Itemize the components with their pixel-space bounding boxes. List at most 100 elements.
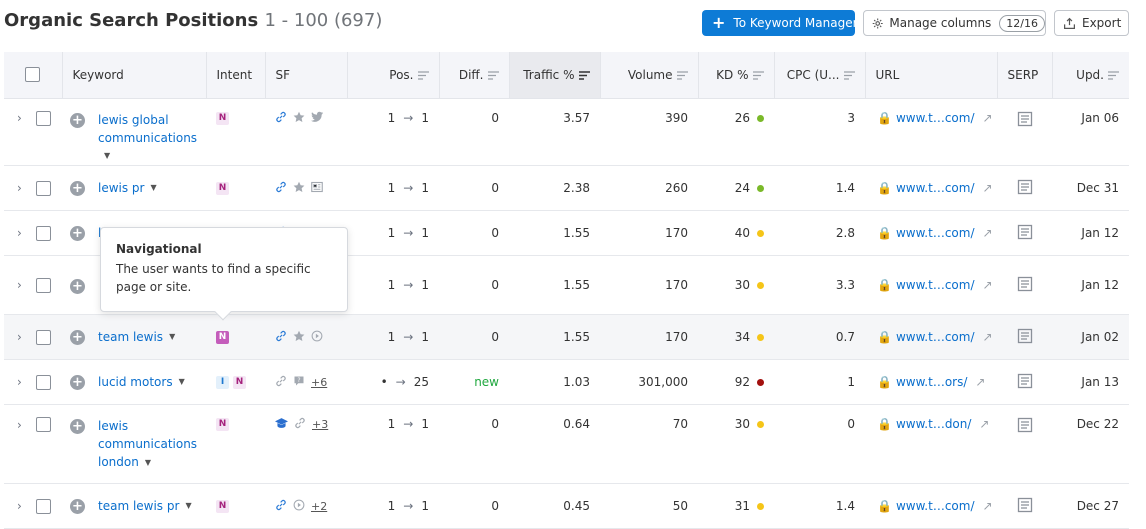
external-link-icon[interactable]: ↗ <box>979 417 989 431</box>
url-link[interactable]: www.t…com/ <box>896 111 975 125</box>
col-cpc[interactable]: CPC (U... <box>773 52 865 99</box>
col-upd[interactable]: Upd. <box>1051 52 1129 99</box>
expand-row-icon[interactable]: › <box>17 111 27 125</box>
intent-badge-i[interactable]: I <box>216 376 229 389</box>
keyword-link[interactable]: lewis global communications▼ <box>98 111 200 166</box>
expand-row-icon[interactable]: › <box>17 226 27 240</box>
external-link-icon[interactable]: ↗ <box>983 181 993 195</box>
updated-date: Dec 27 <box>1076 499 1119 513</box>
table-row[interactable]: › + lewis pr ▼ N 1 → 1 0 2.38 260 24 1.4 🔒 www.t…com/ ↗… <box>4 166 1129 211</box>
serp-icon[interactable] <box>1017 417 1033 433</box>
intent-badge-n[interactable]: N <box>233 376 246 389</box>
serp-icon[interactable] <box>1017 276 1033 292</box>
row-checkbox[interactable] <box>36 498 51 514</box>
sf-more-link[interactable]: +6 <box>311 376 327 389</box>
export-button[interactable]: Export <box>1054 10 1129 36</box>
serp-icon[interactable] <box>1017 111 1033 127</box>
external-link-icon[interactable]: ↗ <box>983 278 993 292</box>
external-link-icon[interactable]: ↗ <box>983 111 993 125</box>
table-row[interactable]: › + lucid motors ▼ I N? +6 • → 25 new 1.03 301,000 92… <box>4 360 1129 405</box>
row-checkbox[interactable] <box>36 329 51 345</box>
intent-badge-n[interactable]: N <box>216 418 229 431</box>
chevron-down-icon[interactable]: ▼ <box>104 147 110 165</box>
expand-row-icon[interactable]: › <box>17 330 27 344</box>
row-checkbox[interactable] <box>36 417 51 432</box>
table-row[interactable]: › + lewis global communications▼ N 1 → 1 0 3.57 39… <box>4 98 1129 166</box>
add-keyword-icon[interactable]: + <box>70 112 85 128</box>
row-checkbox[interactable] <box>36 225 51 241</box>
select-all-checkbox[interactable] <box>25 67 41 83</box>
to-keyword-manager-button[interactable]: + To Keyword Manager <box>702 10 858 36</box>
col-volume[interactable]: Volume <box>599 52 698 99</box>
add-keyword-icon[interactable]: + <box>70 498 85 514</box>
table-row[interactable]: › + team lewis ▼ N 1 → 1 0 1.55 170 34 0.7 🔒 www.t…com… <box>4 314 1129 360</box>
external-link-icon[interactable]: ↗ <box>983 226 993 240</box>
pos-diff: 0 <box>491 499 499 513</box>
col-diff[interactable]: Diff. <box>438 52 509 99</box>
intent-badge-n[interactable]: N <box>216 331 229 344</box>
col-kd[interactable]: KD % <box>697 52 774 99</box>
pos-previous: • <box>380 375 388 389</box>
keyword-link[interactable]: team lewis ▼ <box>98 328 175 347</box>
col-keyword[interactable]: Keyword <box>61 52 206 99</box>
url-link[interactable]: www.t…com/ <box>896 226 975 240</box>
traffic-percent: 1.55 <box>563 278 590 292</box>
add-keyword-icon[interactable]: + <box>70 419 85 434</box>
add-keyword-icon[interactable]: + <box>70 374 85 390</box>
add-keyword-icon[interactable]: + <box>70 278 85 294</box>
chevron-down-icon[interactable]: ▼ <box>145 454 151 472</box>
url-link[interactable]: www.t…com/ <box>896 330 975 344</box>
intent-badge-n[interactable]: N <box>216 111 229 125</box>
url-link[interactable]: www.t…don/ <box>896 417 971 431</box>
add-keyword-icon[interactable]: + <box>70 180 85 196</box>
expand-row-icon[interactable]: › <box>17 418 27 432</box>
keyword-link[interactable]: lewis communications london ▼ <box>98 417 197 472</box>
external-link-icon[interactable]: ↗ <box>975 375 985 389</box>
expand-row-icon[interactable]: › <box>17 278 27 292</box>
expand-row-icon[interactable]: › <box>17 499 27 513</box>
intent-badge-n[interactable]: N <box>216 182 229 195</box>
kd-dot <box>757 503 764 510</box>
keyword-link[interactable]: lucid motors ▼ <box>98 373 185 392</box>
url-link[interactable]: www.t…ors/ <box>896 375 967 389</box>
row-checkbox[interactable] <box>36 110 51 126</box>
intent-tooltip: Navigational The user wants to find a sp… <box>100 227 348 321</box>
external-link-icon[interactable]: ↗ <box>983 499 993 513</box>
col-pos[interactable]: Pos. <box>346 52 439 99</box>
row-checkbox[interactable] <box>36 277 51 293</box>
row-checkbox[interactable] <box>36 374 51 390</box>
add-keyword-icon[interactable]: + <box>70 225 85 241</box>
sf-more-link[interactable]: +3 <box>312 418 328 431</box>
intent-badge-n[interactable]: N <box>216 500 229 513</box>
external-link-icon[interactable]: ↗ <box>983 330 993 344</box>
serp-icon[interactable] <box>1017 497 1033 513</box>
manage-columns-button[interactable]: Manage columns 12/16 <box>863 10 1046 36</box>
add-keyword-icon[interactable]: + <box>70 329 85 345</box>
row-checkbox[interactable] <box>36 180 51 196</box>
traffic-percent: 1.03 <box>563 375 590 389</box>
expand-row-icon[interactable]: › <box>17 375 27 389</box>
table-row[interactable]: › + team lewis pr ▼ N +2 1 → 1 0 0.45 50 31 1.4 🔒 www.t… <box>4 484 1129 529</box>
chevron-down-icon[interactable]: ▼ <box>185 497 191 515</box>
keyword-link[interactable]: team lewis pr ▼ <box>98 497 192 516</box>
cpc: 0 <box>847 417 855 431</box>
serp-icon[interactable] <box>1017 373 1033 389</box>
chevron-down-icon[interactable]: ▼ <box>150 179 156 197</box>
serp-icon[interactable] <box>1017 179 1033 195</box>
sf-more-link[interactable]: +2 <box>311 500 327 513</box>
col-traffic[interactable]: Traffic % <box>508 52 600 99</box>
url-link[interactable]: www.t…com/ <box>896 181 975 195</box>
video-icon <box>293 499 305 514</box>
news-icon <box>311 181 323 196</box>
url-link[interactable]: www.t…com/ <box>896 499 975 513</box>
keyword-link[interactable]: lewis pr ▼ <box>98 179 157 198</box>
chevron-down-icon[interactable]: ▼ <box>179 373 185 391</box>
manage-columns-label: Manage columns <box>889 16 992 30</box>
serp-icon[interactable] <box>1017 328 1033 344</box>
kd-dot <box>757 185 764 192</box>
url-link[interactable]: www.t…com/ <box>896 278 975 292</box>
table-row[interactable]: › + lewis communications london ▼ N +3 1 → 1 0 0.64 7… <box>4 405 1129 484</box>
chevron-down-icon[interactable]: ▼ <box>169 328 175 346</box>
serp-icon[interactable] <box>1017 224 1033 240</box>
expand-row-icon[interactable]: › <box>17 181 27 195</box>
